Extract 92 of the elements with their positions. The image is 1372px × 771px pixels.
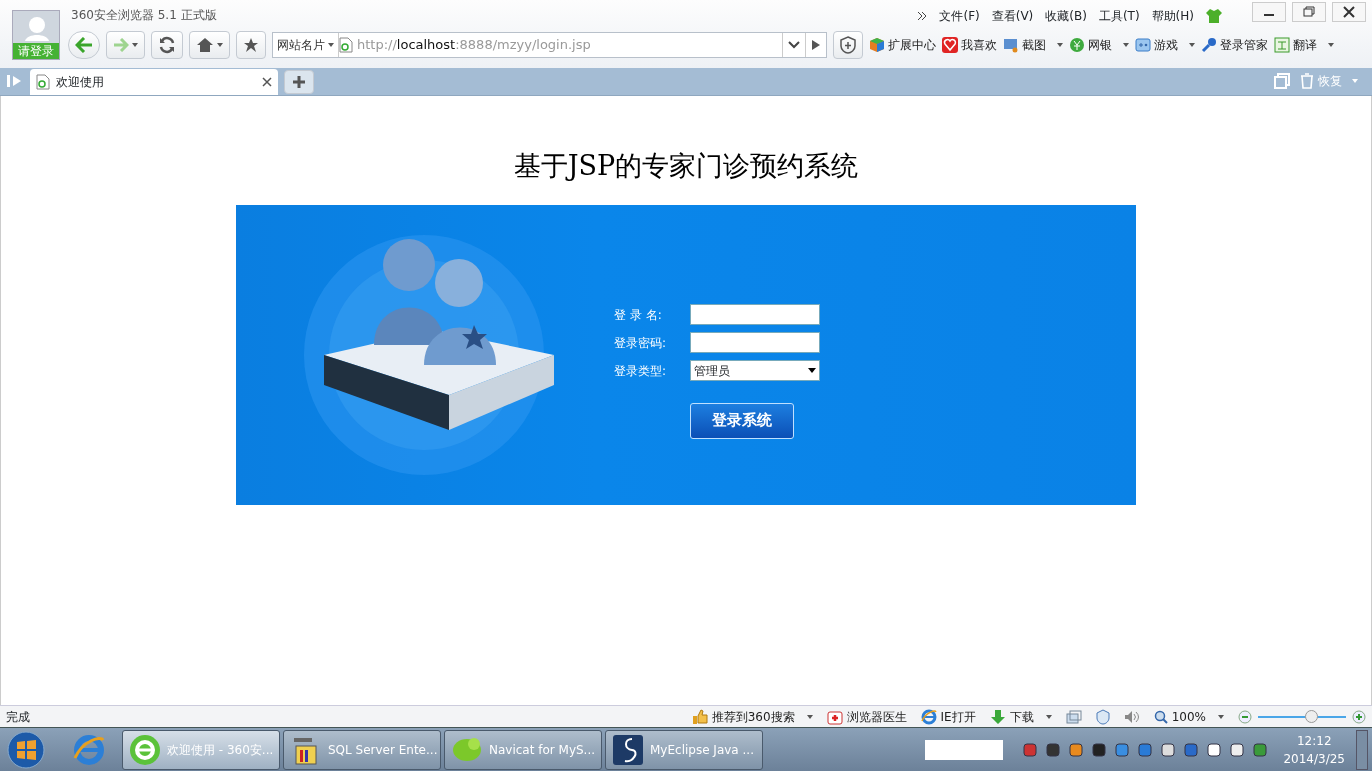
url-field[interactable]: http://localhost:8888/mzyy/login.jsp	[353, 35, 782, 55]
tray-icon[interactable]	[1206, 741, 1223, 758]
refresh-icon	[158, 36, 176, 54]
download-arrow-icon[interactable]	[989, 708, 1006, 725]
toolbar-link[interactable]: 截图	[1022, 36, 1046, 54]
caret-icon[interactable]	[1123, 43, 1129, 47]
home-button[interactable]	[189, 31, 230, 59]
field-label: 登 录 名:	[614, 306, 663, 324]
taskbar-search-field[interactable]	[925, 739, 1004, 760]
login-button[interactable]: 登录系统	[690, 402, 794, 439]
type-select[interactable]: 管理员	[690, 360, 820, 381]
windows-icon[interactable]	[1065, 709, 1082, 724]
caret-icon[interactable]	[1189, 43, 1195, 47]
shirt-icon[interactable]	[1206, 9, 1222, 23]
zoom-in-icon[interactable]	[1352, 709, 1366, 724]
caret-icon	[217, 43, 223, 47]
key-icon[interactable]	[1201, 37, 1217, 53]
field-label: 登录类型:	[614, 362, 668, 380]
browser-icon	[129, 733, 161, 766]
status-link[interactable]: 推荐到360搜索	[711, 707, 795, 726]
zoom-out-icon[interactable]	[1238, 709, 1252, 724]
back-arrow-icon	[75, 37, 93, 53]
login-label: 请登录	[13, 43, 59, 59]
forward-arrow-icon	[113, 38, 129, 52]
password-field[interactable]	[690, 332, 820, 353]
status-link[interactable]: 浏览器医生	[846, 707, 907, 726]
zoom-level[interactable]: 100%	[1171, 707, 1206, 726]
monitor-icon[interactable]	[1003, 37, 1019, 53]
translate-icon[interactable]	[1274, 37, 1290, 53]
user-icon	[23, 15, 51, 41]
cube-icon[interactable]	[869, 37, 885, 53]
search-icon	[1153, 709, 1168, 724]
shield-icon[interactable]	[1095, 708, 1110, 725]
caret-icon[interactable]	[1328, 43, 1334, 47]
caret-icon	[808, 368, 816, 373]
menu-item[interactable]: 文件(F)	[939, 7, 980, 25]
toolbar-link[interactable]: 网银	[1088, 36, 1112, 54]
plus-icon	[292, 75, 306, 89]
page-icon	[36, 74, 50, 90]
toolbar-link[interactable]: 登录管家	[1220, 36, 1268, 54]
tray-icon[interactable]	[1160, 741, 1177, 758]
star-icon	[243, 37, 259, 53]
double-chevron-icon[interactable]	[917, 11, 928, 21]
caret-icon[interactable]	[1218, 714, 1224, 719]
menu-item[interactable]: 工具(T)	[1098, 7, 1140, 25]
toolbar-link[interactable]: 翻译	[1293, 36, 1317, 54]
chevron-down-icon[interactable]	[788, 41, 800, 49]
home-icon	[196, 37, 214, 53]
new-tab-button[interactable]	[284, 70, 314, 94]
menu-item[interactable]: 收藏(B)	[1045, 7, 1087, 25]
thumbs-up-icon[interactable]	[691, 708, 708, 725]
heart-icon[interactable]	[942, 37, 958, 53]
toolbar-link[interactable]: 游戏	[1154, 36, 1178, 54]
page-icon	[339, 37, 353, 53]
menu-item[interactable]: 查看(V)	[991, 7, 1034, 25]
caret-icon[interactable]	[1057, 43, 1063, 47]
close-icon[interactable]	[262, 77, 272, 87]
menu-item[interactable]: 帮助(H)	[1151, 7, 1194, 25]
tray-icon[interactable]	[1229, 741, 1246, 758]
tab[interactable]: 欢迎使用	[30, 69, 278, 95]
refresh-button[interactable]	[151, 31, 183, 59]
ie-icon[interactable]	[920, 708, 937, 725]
window-title: 360安全浏览器 5.1 正式版	[71, 7, 217, 24]
play-icon[interactable]	[812, 40, 820, 50]
status-link[interactable]: 下载	[1009, 707, 1034, 726]
caret-icon[interactable]	[806, 714, 813, 719]
caret-icon[interactable]	[1045, 714, 1052, 719]
gamepad-icon[interactable]	[1135, 37, 1151, 53]
back-button[interactable]	[68, 31, 100, 59]
speaker-icon[interactable]	[1123, 709, 1140, 724]
restore-icon[interactable]	[1301, 5, 1317, 19]
first-aid-icon[interactable]	[826, 708, 843, 725]
username-field[interactable]	[690, 304, 820, 325]
close-icon[interactable]	[1341, 5, 1357, 19]
coin-icon[interactable]	[1069, 37, 1085, 53]
show-desktop-button[interactable]	[1356, 729, 1368, 770]
eclipse-icon	[612, 733, 644, 766]
start-button[interactable]	[6, 729, 46, 770]
tray-icon[interactable]	[1091, 741, 1108, 758]
toolbar-link[interactable]: 扩展中心	[888, 36, 936, 54]
page-heading: 基于JSP的专家门诊预约系统	[513, 149, 859, 183]
caret-icon	[328, 43, 334, 47]
status-text: 完成	[6, 708, 30, 726]
status-link[interactable]: IE打开	[940, 707, 976, 726]
shield-button[interactable]	[833, 31, 863, 59]
clock-date[interactable]: 2014/3/25	[1283, 749, 1345, 768]
shield-icon	[840, 36, 856, 54]
caret-icon	[132, 43, 138, 47]
toolbar-link[interactable]: 我喜欢	[961, 36, 997, 54]
zoom-slider-thumb[interactable]	[1304, 709, 1318, 723]
favorite-button[interactable]	[236, 31, 266, 59]
field-label: 登录密码:	[614, 334, 668, 352]
